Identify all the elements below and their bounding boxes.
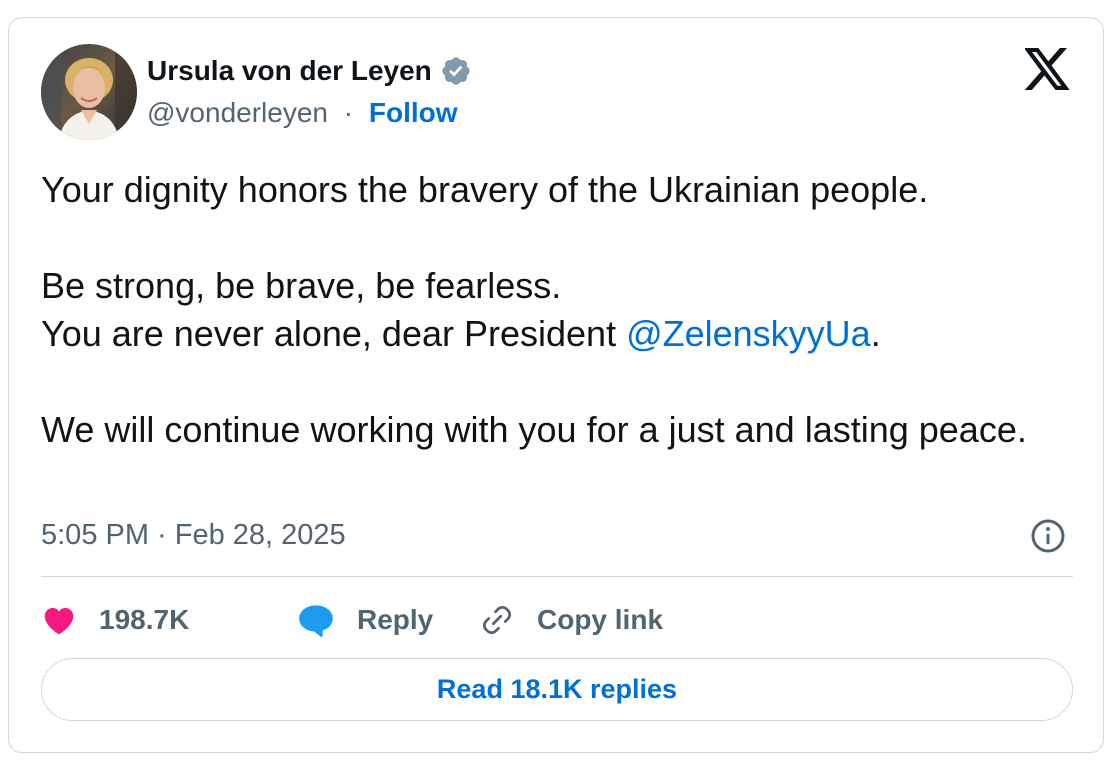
copy-link-label: Copy link [537, 604, 664, 635]
tweet-line: You are never alone, dear President @Zel… [41, 310, 1041, 358]
follow-button[interactable]: Follow [369, 97, 458, 128]
reply-button[interactable]: Reply [297, 602, 479, 638]
heart-icon [44, 608, 74, 635]
link-icon [483, 606, 511, 634]
tweet-line: Be strong, be brave, be fearless. [41, 265, 562, 306]
tweet-line: We will continue working with you for a … [41, 409, 1027, 450]
author-name-row: Ursula von der Leyen [147, 54, 472, 88]
tweet-card: Ursula von der Leyen @vonderleyen · Foll… [8, 17, 1104, 753]
handle-separator: · [343, 97, 354, 128]
read-replies-button[interactable]: Read 18.1K replies [41, 658, 1073, 721]
author-handle-row: @vonderleyen · Follow [147, 97, 458, 129]
tweet-text-segment: You are never alone, dear President [41, 313, 627, 354]
x-logo-icon[interactable] [1025, 48, 1071, 90]
like-count: 198.7K [99, 604, 190, 635]
info-icon[interactable] [1030, 518, 1066, 554]
tweet-text-segment: . [870, 313, 881, 354]
avatar[interactable] [41, 44, 137, 140]
like-button[interactable]: 198.7K [41, 602, 297, 638]
read-replies-label: Read 18.1K replies [436, 674, 678, 704]
reply-label: Reply [357, 604, 434, 635]
tweet-line: Your dignity honors the bravery of the U… [41, 169, 929, 210]
verified-badge-icon [442, 57, 470, 85]
action-bar: 198.7K Reply Copy link [41, 596, 663, 644]
speech-bubble-icon [299, 605, 333, 638]
divider [41, 576, 1073, 577]
copy-link-button[interactable]: Copy link [479, 602, 663, 638]
author-name[interactable]: Ursula von der Leyen [147, 55, 432, 87]
avatar-photo [41, 44, 137, 140]
tweet-text: Your dignity honors the bravery of the U… [41, 166, 1041, 454]
mention-link[interactable]: @ZelenskyyUa [626, 313, 871, 354]
author-handle[interactable]: @vonderleyen [147, 97, 328, 128]
tweet-timestamp[interactable]: 5:05 PM · Feb 28, 2025 [41, 519, 346, 552]
